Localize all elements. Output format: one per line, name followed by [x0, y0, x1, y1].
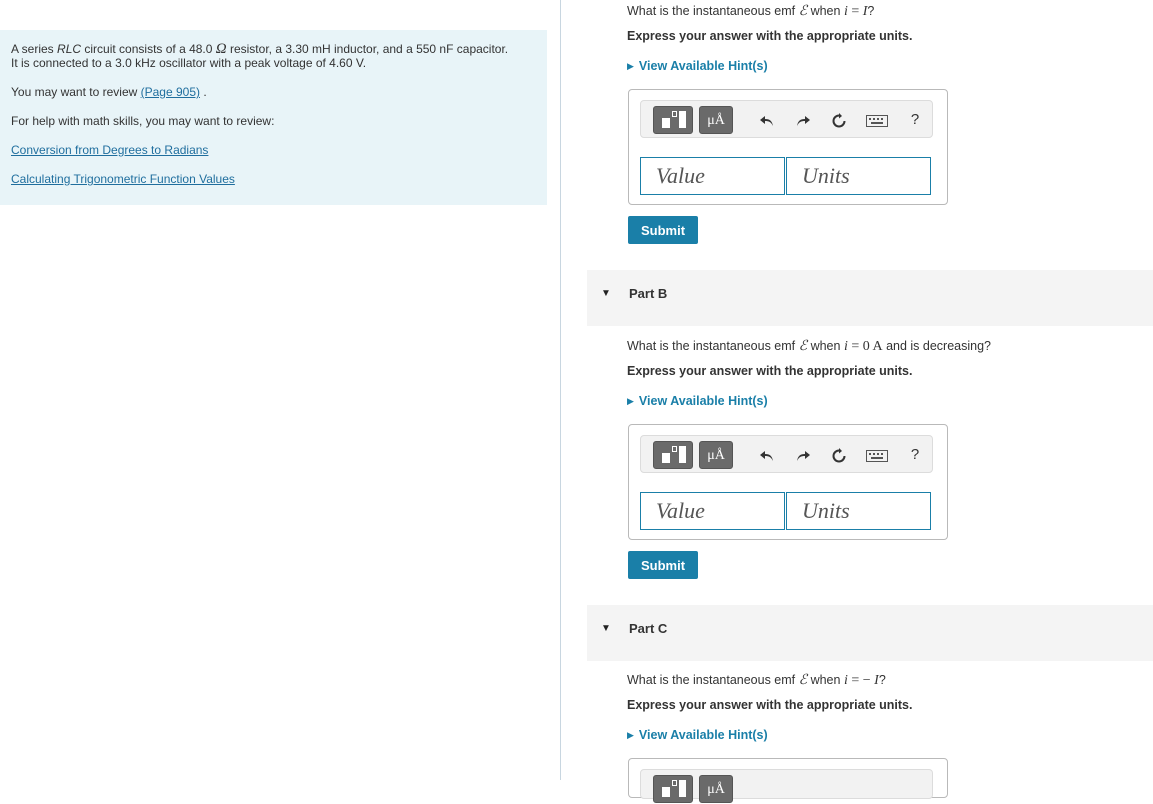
- keyboard-icon[interactable]: [865, 106, 889, 134]
- units-button[interactable]: μÅ: [699, 106, 733, 134]
- triangle-down-icon: ▼: [601, 288, 611, 299]
- triangle-right-icon: ▶: [627, 61, 634, 71]
- reset-icon[interactable]: [827, 441, 851, 469]
- review-page-link[interactable]: (Page 905): [141, 85, 200, 99]
- units-button[interactable]: μÅ: [699, 775, 733, 803]
- emf-symbol: ℰ: [798, 4, 808, 19]
- part-a-express: Express your answer with the appropriate…: [627, 29, 913, 43]
- templates-button[interactable]: [653, 106, 693, 134]
- templates-button[interactable]: [653, 775, 693, 803]
- part-b-toolbar: μÅ ?: [640, 435, 933, 473]
- part-c-toolbar: μÅ: [640, 769, 933, 803]
- part-a-answer-box: μÅ ?: [628, 89, 948, 205]
- part-a-hint-link[interactable]: ▶ View Available Hint(s): [627, 59, 768, 73]
- ohm-symbol: Ω: [215, 41, 227, 57]
- part-a-value-input[interactable]: [640, 157, 785, 195]
- undo-icon[interactable]: [755, 441, 779, 469]
- part-b-units-input[interactable]: [786, 492, 931, 530]
- problem-statement: A series RLC circuit consists of a 48.0 …: [11, 41, 509, 71]
- part-c-express: Express your answer with the appropriate…: [627, 698, 913, 712]
- help-text: For help with math skills, you may want …: [11, 114, 275, 128]
- part-b-label: Part B: [629, 286, 668, 301]
- problem-panel: A series RLC circuit consists of a 48.0 …: [0, 30, 547, 205]
- part-b-express: Express your answer with the appropriate…: [627, 364, 913, 378]
- degrees-radians-link[interactable]: Conversion from Degrees to Radians: [11, 143, 208, 157]
- part-a-units-input[interactable]: [786, 157, 931, 195]
- part-b-value-input[interactable]: [640, 492, 785, 530]
- reset-icon[interactable]: [827, 106, 851, 134]
- part-b-hint-link[interactable]: ▶ View Available Hint(s): [627, 394, 768, 408]
- emf-symbol: ℰ: [798, 673, 808, 688]
- triangle-right-icon: ▶: [627, 396, 634, 406]
- review-line: You may want to review (Page 905) .: [11, 85, 207, 99]
- undo-icon[interactable]: [755, 106, 779, 134]
- part-a-question: What is the instantaneous emf ℰ when i =…: [627, 4, 875, 19]
- help-button[interactable]: ?: [903, 106, 927, 134]
- part-b-question: What is the instantaneous emf ℰ when i =…: [627, 339, 991, 354]
- triangle-right-icon: ▶: [627, 730, 634, 740]
- part-b-header[interactable]: ▼ Part B: [587, 270, 1153, 326]
- part-a-submit-button[interactable]: Submit: [628, 216, 698, 244]
- part-b-answer-box: μÅ ?: [628, 424, 948, 540]
- part-a-toolbar: μÅ ?: [640, 100, 933, 138]
- redo-icon[interactable]: [791, 441, 815, 469]
- trig-values-link[interactable]: Calculating Trigonometric Function Value…: [11, 172, 235, 186]
- keyboard-icon[interactable]: [865, 441, 889, 469]
- units-button[interactable]: μÅ: [699, 441, 733, 469]
- emf-symbol: ℰ: [798, 339, 808, 354]
- part-c-hint-link[interactable]: ▶ View Available Hint(s): [627, 728, 768, 742]
- help-button[interactable]: ?: [903, 441, 927, 469]
- templates-button[interactable]: [653, 441, 693, 469]
- part-c-answer-box: μÅ: [628, 758, 948, 803]
- part-c-question: What is the instantaneous emf ℰ when i =…: [627, 673, 886, 688]
- redo-icon[interactable]: [791, 106, 815, 134]
- rlc-label: RLC: [57, 42, 82, 56]
- column-divider: [560, 0, 561, 780]
- part-c-label: Part C: [629, 621, 668, 636]
- part-c-header[interactable]: ▼ Part C: [587, 605, 1153, 661]
- triangle-down-icon: ▼: [601, 623, 611, 634]
- part-b-submit-button[interactable]: Submit: [628, 551, 698, 579]
